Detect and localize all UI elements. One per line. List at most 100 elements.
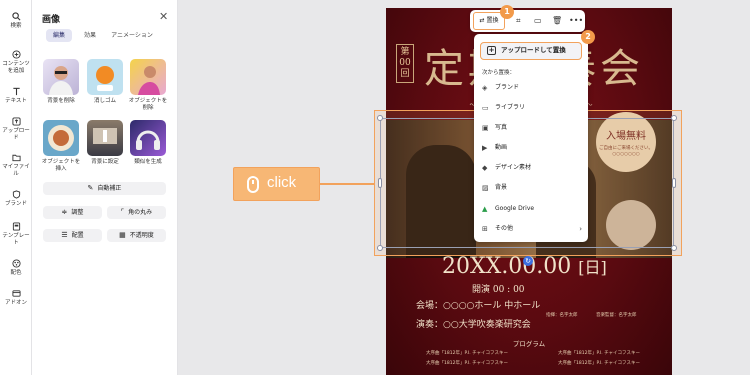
poster-venue: 会場：○○○○ホール 中ホール [416, 301, 541, 311]
tool-label: 背景を削除 [47, 98, 75, 104]
video-icon: ▶ [482, 144, 488, 152]
corner-radius-button[interactable]: ⌜ 角の丸み [107, 206, 166, 219]
menu-item-other[interactable]: ⊞ その他 › [482, 223, 582, 235]
shapes-icon: ◆ [482, 164, 488, 172]
room-thumbnail-icon [93, 128, 117, 144]
adjust-label: 調整 [71, 209, 84, 216]
tool-label: 消しゴム [93, 98, 116, 104]
menu-item-label: その他 [495, 225, 514, 232]
resize-handle[interactable] [671, 245, 677, 251]
rail-upload[interactable]: アップロード [0, 117, 32, 142]
resize-handle[interactable] [671, 115, 677, 121]
click-callout: click [233, 167, 320, 201]
rail-addon[interactable]: アドオン [0, 289, 32, 307]
image-edit-panel: 画像 ✕ 編集 効果 アニメーション 背景を削除 消しゴム オブジェクトを削除 … [32, 0, 178, 375]
side-handle[interactable] [378, 178, 382, 188]
rail-search[interactable]: 検索 [0, 12, 32, 30]
upload-icon: + [487, 46, 496, 55]
trash-icon[interactable]: 🗑 [552, 16, 562, 25]
close-icon[interactable]: ✕ [159, 10, 168, 23]
resize-handle[interactable] [377, 245, 383, 251]
poster-music-director: 音楽監督：名字太郎 [596, 313, 637, 318]
arrange-label: 配置 [71, 232, 84, 239]
menu-item-design-elements[interactable]: ◆ デザイン素材 [482, 162, 582, 174]
folder-icon: ▭ [482, 104, 489, 112]
google-drive-icon: ▲ [482, 205, 488, 213]
adjust-button[interactable]: ≑ 調整 [43, 206, 102, 219]
corner-icon: ⌜ [120, 208, 125, 216]
rail-brand[interactable]: ブランド [0, 190, 32, 208]
woman-thumbnail-icon [49, 66, 73, 95]
rail-label: コンテンツを追加 [2, 61, 30, 74]
poster-edition: 第00回 [396, 44, 414, 83]
auto-fix-label: 自動補正 [97, 185, 122, 192]
opacity-label: 不透明度 [129, 232, 154, 239]
auto-fix-button[interactable]: ✎ 自動補正 [43, 182, 166, 195]
rail-label: アドオン [4, 300, 27, 306]
menu-item-photo[interactable]: ▣ 写真 [482, 122, 582, 134]
editor-app: 検索 コンテンツを追加 テキスト アップロード マイファイル ブランド テンプレ… [0, 0, 750, 375]
rail-palette[interactable]: 配色 [0, 259, 32, 277]
menu-item-label: デザイン素材 [495, 164, 532, 171]
folder-icon [11, 154, 21, 162]
rotate-icon[interactable]: ↻ [523, 256, 533, 266]
person-thumbnail-icon [138, 66, 160, 95]
tool-eraser[interactable] [87, 59, 123, 95]
rail-text[interactable]: テキスト [0, 87, 32, 105]
opacity-icon: ▦ [119, 231, 126, 239]
menu-item-background[interactable]: ▨ 背景 [482, 182, 582, 194]
plus-circle-icon [11, 50, 21, 59]
menu-item-library[interactable]: ▭ ライブラリ [482, 102, 582, 114]
step-badge-1: 1 [500, 5, 514, 19]
poster-performer: 演奏：○○大学吹奏楽研究会 [416, 320, 531, 330]
rail-my-files[interactable]: マイファイル [0, 153, 32, 178]
tab-animation[interactable]: アニメーション [106, 29, 158, 42]
rail-template[interactable]: テンプレート [0, 222, 32, 247]
orange-thumbnail-icon [96, 66, 114, 91]
tool-generate-similar[interactable] [130, 120, 166, 156]
opacity-button[interactable]: ▦ 不透明度 [107, 229, 166, 242]
rail-add-content[interactable]: コンテンツを追加 [0, 50, 32, 75]
text-icon [12, 87, 20, 96]
tool-label: 類似を生成 [134, 159, 162, 165]
tool-label: 背景に設定 [91, 159, 119, 165]
menu-item-label: 動画 [495, 144, 508, 151]
menu-item-brand[interactable]: ◈ ブランド [482, 82, 582, 94]
corner-label: 角の丸み [128, 209, 153, 216]
replace-label: 置換 [486, 17, 499, 24]
tab-edit[interactable]: 編集 [46, 29, 72, 42]
poster-program-line: 大序曲「1812年」P.I. チャイコフスキー [426, 351, 509, 356]
tab-effects[interactable]: 効果 [78, 29, 102, 42]
poster-open-time: 開演 00 : 00 [472, 285, 525, 295]
step-badge-2: 2 [581, 30, 595, 44]
rail-label: 検索 [10, 23, 22, 29]
headphones-thumbnail-icon [136, 130, 160, 150]
menu-item-google-drive[interactable]: ▲ Google Drive [482, 203, 582, 215]
poster-conductor: 指揮：名字太郎 [546, 313, 578, 318]
background-icon: ▨ [482, 184, 489, 192]
rail-label: テキスト [5, 98, 27, 104]
replace-dropdown: + アップロードして置換 次から置換： ◈ ブランド ▭ ライブラリ ▣ 写真 ▶ 動画… [474, 34, 588, 242]
grid-icon: ⊞ [482, 225, 488, 233]
tool-remove-background[interactable] [43, 59, 79, 95]
chevron-right-icon: › [579, 225, 582, 233]
comment-icon[interactable]: ▭ [534, 16, 542, 25]
menu-item-label: ブランド [495, 84, 520, 91]
menu-item-label: 背景 [495, 184, 508, 191]
tool-set-background[interactable] [87, 120, 123, 156]
more-icon[interactable]: ••• [569, 16, 583, 25]
upload-and-replace-button[interactable]: + アップロードして置換 [480, 42, 582, 60]
crop-icon[interactable]: ⌗ [516, 16, 521, 26]
menu-item-video[interactable]: ▶ 動画 [482, 142, 582, 154]
upload-replace-label: アップロードして置換 [501, 46, 566, 54]
poster-program-line: 大序曲「1812年」P.I. チャイコフスキー [558, 351, 641, 356]
tool-remove-object[interactable] [130, 59, 166, 95]
resize-handle[interactable] [377, 115, 383, 121]
arrange-button[interactable]: ☰ 配置 [43, 229, 102, 242]
search-icon [11, 12, 20, 21]
callout-connector [320, 183, 374, 185]
side-handle[interactable] [672, 178, 676, 188]
photo-icon: ▣ [482, 124, 489, 132]
addon-icon [11, 290, 21, 297]
tool-insert-object[interactable] [43, 120, 79, 156]
